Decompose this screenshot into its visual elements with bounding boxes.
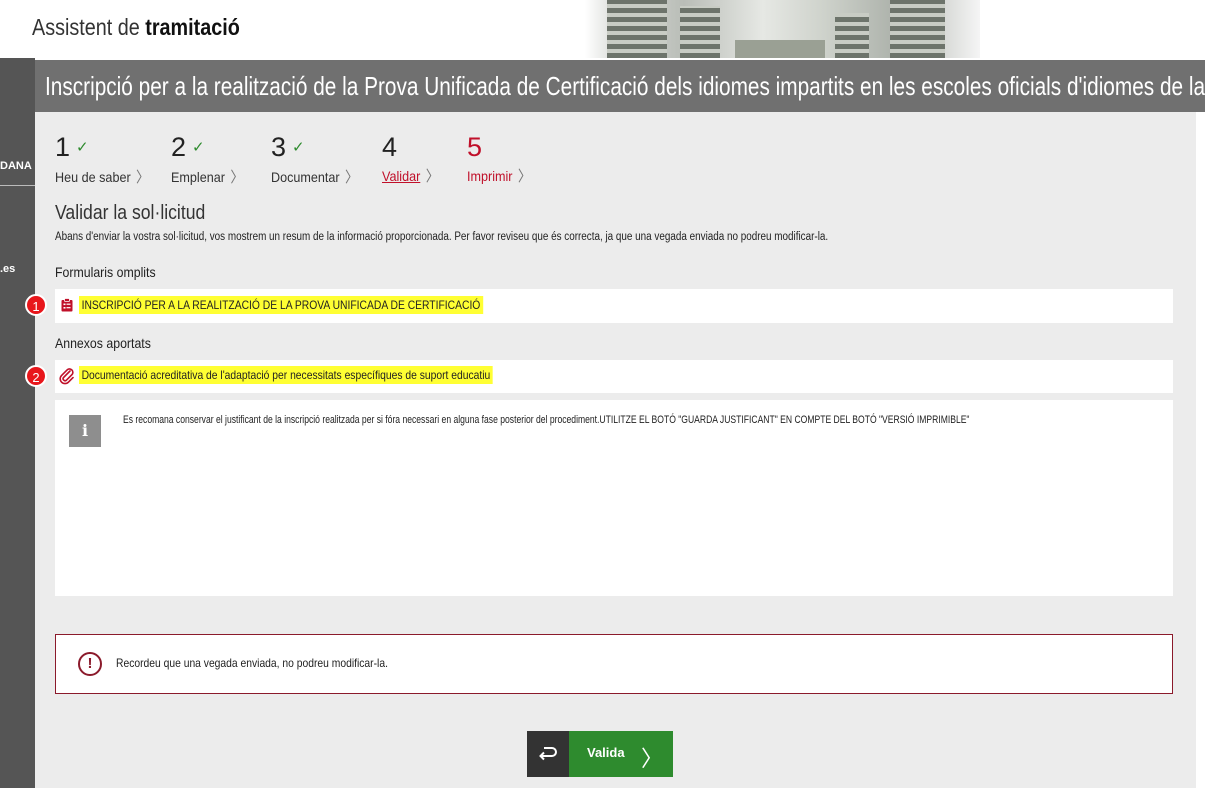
annexes-label: Annexos aportats [55,335,151,351]
valida-label: Valida [587,745,625,760]
step-number: 3 [271,132,287,162]
forms-label: Formularis omplits [55,264,156,280]
valida-button[interactable]: Valida 〉 [569,731,673,777]
info-message-box: i Es recomana conservar el justificant d… [55,400,1173,596]
back-button[interactable] [527,731,569,777]
exclamation-circle-icon: ! [78,652,102,676]
step-1[interactable]: 1 ✓ Heu de saber 〉 [55,132,160,187]
chevron-right-icon: 〉 [230,169,244,186]
left-sidebar-strip: DANA .es [0,58,35,788]
form-item-link[interactable]: INSCRIPCIÓ PER A LA REALITZACIÓ DE LA PR… [79,296,483,314]
annex-item-link[interactable]: Documentació acreditativa de l'adaptació… [79,366,493,384]
top-header: Assistent de tramitació [0,0,1205,58]
main-panel: 1 ✓ Heu de saber 〉 2 ✓ Emplenar 〉 3 ✓ Documen… [25,112,1196,788]
step-label: Emplenar [171,169,225,185]
step-label: Validar [382,168,421,184]
app-title-prefix: Assistent de [32,14,140,40]
return-arrow-icon [538,744,558,766]
check-icon: ✓ [192,139,205,156]
step-3[interactable]: 3 ✓ Documentar 〉 [271,132,368,187]
clipboard-icon [61,298,73,317]
annotation-badge-1: 1 [25,294,47,316]
app-title-bold: tramitació [145,14,240,40]
step-number: 5 [467,132,483,162]
left-strip-label: DANA [0,160,32,172]
step-label: Imprimir [467,168,513,184]
left-strip-link[interactable]: .es [0,263,15,275]
step-label: Documentar [271,169,340,185]
step-2[interactable]: 2 ✓ Emplenar 〉 [171,132,252,187]
step-number: 2 [171,132,187,162]
annotation-badge-2: 2 [25,365,47,387]
step-4[interactable]: 4 Validar 〉 [382,132,446,186]
section-description: Abans d'enviar la vostra sol·licitud, vo… [55,231,829,243]
info-text: Es recomana conservar el justificant de … [123,414,970,426]
chevron-right-icon: 〉 [136,169,150,186]
check-icon: ✓ [292,139,305,156]
header-banner-image [585,0,980,58]
section-title: Validar la sol·licitud [55,202,206,224]
app-title: Assistent de tramitació [32,14,240,41]
step-5[interactable]: 5 Imprimir 〉 [467,132,539,186]
chevron-right-icon: 〉 [425,168,440,185]
left-strip-divider [0,185,35,186]
chevron-right-icon: 〉 [640,746,663,771]
paperclip-icon [59,367,75,390]
annexes-row: Documentació acreditativa de l'adaptació… [55,360,1173,393]
forms-row: INSCRIPCIÓ PER A LA REALITZACIÓ DE LA PR… [55,289,1173,323]
warning-text: Recordeu que una vegada enviada, no podr… [116,656,388,670]
step-number: 1 [55,132,71,162]
chevron-right-icon: 〉 [345,169,359,186]
procedure-title-bar: Inscripció per a la realització de la Pr… [35,60,1205,112]
warning-message-box: ! Recordeu que una vegada enviada, no po… [55,634,1173,694]
info-icon: i [69,415,101,447]
step-number: 4 [382,132,398,162]
step-label: Heu de saber [55,169,131,185]
procedure-title: Inscripció per a la realització de la Pr… [45,71,1205,101]
check-icon: ✓ [76,139,89,156]
chevron-right-icon: 〉 [517,168,532,185]
